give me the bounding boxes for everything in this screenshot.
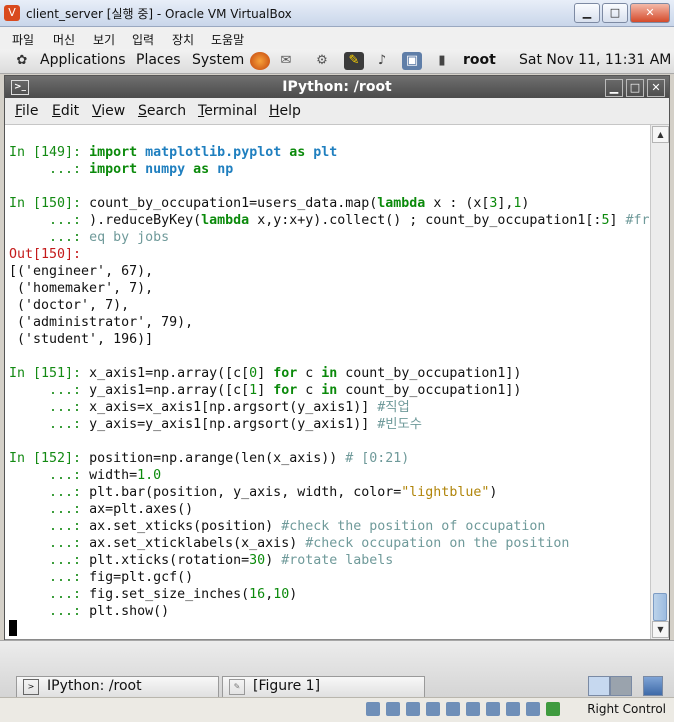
code-line: ...: ax.set_xticks(position) #check the … — [9, 519, 546, 534]
code-line: In [152]: position=np.arange(len(x_axis)… — [9, 451, 410, 466]
workspace-2[interactable] — [610, 676, 632, 696]
virtualization-icon[interactable] — [546, 702, 560, 716]
terminal-icon: > — [23, 679, 39, 695]
display-icon[interactable]: ▣ — [402, 52, 422, 70]
scroll-up-arrow-icon[interactable]: ▲ — [652, 126, 669, 143]
code-line: ...: x_axis=x_axis1[np.argsort(y_axis1)]… — [9, 400, 410, 415]
places-menu[interactable]: Places — [136, 52, 181, 68]
taskbar-ipython-label: IPython: /root — [47, 678, 142, 694]
output-line: [('engineer', 67), — [9, 264, 154, 279]
menu-help[interactable]: Help — [269, 103, 301, 119]
host-window-title: client_server [실행 중] - Oracle VM Virtual… — [26, 7, 292, 21]
code-line: Out[150]: — [9, 247, 82, 262]
terminal-scrollbar[interactable]: ▲ ▼ — [650, 125, 669, 639]
terminal-minimize-button[interactable]: ▁ — [605, 79, 623, 97]
close-button[interactable]: ✕ — [630, 3, 670, 23]
shared-folders-icon[interactable] — [486, 702, 500, 716]
host-menu-machine[interactable]: 머신 — [53, 31, 75, 48]
output-line: ('student', 196)] — [9, 332, 154, 347]
terminal-title: IPython: /root — [282, 79, 392, 95]
code-line: ...: width=1.0 — [9, 468, 162, 483]
host-menu-devices[interactable]: 장치 — [172, 31, 194, 48]
figure-icon: ✎ — [229, 679, 245, 695]
floppy-icon[interactable] — [406, 702, 420, 716]
usb-icon[interactable] — [466, 702, 480, 716]
user-name[interactable]: root — [463, 52, 496, 68]
code-line: In [150]: count_by_occupation1=users_dat… — [9, 196, 530, 211]
taskbar-ipython[interactable]: > IPython: /root — [16, 676, 219, 698]
code-line: ...: y_axis1=np.array([c[1] for c in cou… — [9, 383, 522, 398]
maximize-button[interactable]: □ — [602, 3, 628, 23]
code-line: ...: ax.set_xticklabels(x_axis) #check o… — [9, 536, 570, 551]
code-line: In [151]: x_axis1=np.array([c[0] for c i… — [9, 366, 522, 381]
battery-icon: ▮ — [438, 53, 446, 68]
terminal-window: >_ IPython: /root ▁ □ ✕ File Edit View S… — [4, 75, 670, 641]
guest-bottom-panel: > IPython: /root ✎ [Figure 1] — [0, 640, 674, 698]
output-line: ('homemaker', 7), — [9, 281, 154, 296]
display-status-icon[interactable] — [506, 702, 520, 716]
guest-top-panel: ✿ Applications Places System ✉ ⚙ ✎ ♪ ▣ ▮… — [0, 49, 674, 74]
scrollbar-thumb[interactable] — [653, 593, 667, 621]
code-line: ...: y_axis=y_axis1[np.argsort(y_axis1)]… — [9, 417, 422, 432]
host-title-bar[interactable]: V client_server [실행 중] - Oracle VM Virtu… — [0, 0, 674, 27]
code-line: ...: import numpy as np — [9, 162, 234, 177]
screen-icon[interactable]: ✎ — [344, 52, 364, 70]
code-line: ...: plt.bar(position, y_axis, width, co… — [9, 485, 498, 500]
output-line: ('administrator', 79), — [9, 315, 194, 330]
hard-disk-icon[interactable] — [366, 702, 380, 716]
menu-file[interactable]: File — [15, 103, 38, 119]
menu-edit[interactable]: Edit — [52, 103, 79, 119]
host-menu-view[interactable]: 보기 — [93, 31, 115, 48]
host-status-bar: Right Control — [0, 697, 674, 722]
host-menu-file[interactable]: 파일 — [12, 31, 34, 48]
gnome-foot-icon[interactable]: ✿ — [12, 52, 32, 70]
video-capture-icon[interactable] — [526, 702, 540, 716]
code-line: ...: plt.xticks(rotation=30) #rotate lab… — [9, 553, 394, 568]
workspace-1[interactable] — [588, 676, 610, 696]
virtualbox-icon: V — [4, 5, 20, 21]
terminal-close-button[interactable]: ✕ — [647, 79, 665, 97]
host-menu-input[interactable]: 입력 — [132, 31, 154, 48]
volume-icon[interactable]: ♪ — [372, 52, 392, 70]
code-line: ...: fig.set_size_inches(16,10) — [9, 587, 298, 602]
terminal-output[interactable]: In [149]: import matplotlib.pyplot as pl… — [5, 125, 651, 639]
terminal-maximize-button[interactable]: □ — [626, 79, 644, 97]
host-menu-help[interactable]: 도움말 — [211, 31, 244, 48]
code-line: ...: fig=plt.gcf() — [9, 570, 194, 585]
code-line: In [149]: import matplotlib.pyplot as pl… — [9, 145, 338, 160]
system-menu[interactable]: System — [192, 52, 244, 68]
menu-search[interactable]: Search — [138, 103, 186, 119]
taskbar-figure-label: [Figure 1] — [253, 678, 321, 694]
network-adapter-icon[interactable] — [446, 702, 460, 716]
show-desktop-icon[interactable] — [643, 676, 663, 696]
network-icon[interactable]: ⚙ — [312, 52, 332, 70]
firefox-icon[interactable] — [250, 52, 270, 70]
terminal-title-bar[interactable]: >_ IPython: /root ▁ □ ✕ — [5, 76, 669, 98]
scroll-down-arrow-icon[interactable]: ▼ — [652, 621, 669, 638]
audio-icon[interactable] — [426, 702, 440, 716]
mail-icon[interactable]: ✉ — [276, 52, 296, 70]
code-line: ...: ax=plt.axes() — [9, 502, 194, 517]
code-line: ...: plt.show() — [9, 604, 170, 619]
host-menu-bar: 파일 머신 보기 입력 장치 도움말 — [0, 27, 674, 50]
applications-menu[interactable]: Applications — [40, 52, 126, 68]
menu-view[interactable]: View — [92, 103, 125, 119]
text-cursor — [9, 620, 17, 636]
menu-terminal[interactable]: Terminal — [198, 103, 257, 119]
output-line: ('doctor', 7), — [9, 298, 130, 313]
optical-drive-icon[interactable] — [386, 702, 400, 716]
taskbar-figure[interactable]: ✎ [Figure 1] — [222, 676, 425, 698]
code-line: ...: ).reduceByKey(lambda x,y:x+y).colle… — [9, 213, 650, 228]
host-key-label: Right Control — [587, 702, 666, 716]
code-line: ...: eq by jobs — [9, 230, 170, 245]
minimize-button[interactable]: ▁ — [574, 3, 600, 23]
terminal-menu-bar: File Edit View Search Terminal Help — [5, 98, 669, 125]
clock[interactable]: Sat Nov 11, 11:31 AM — [519, 52, 671, 68]
